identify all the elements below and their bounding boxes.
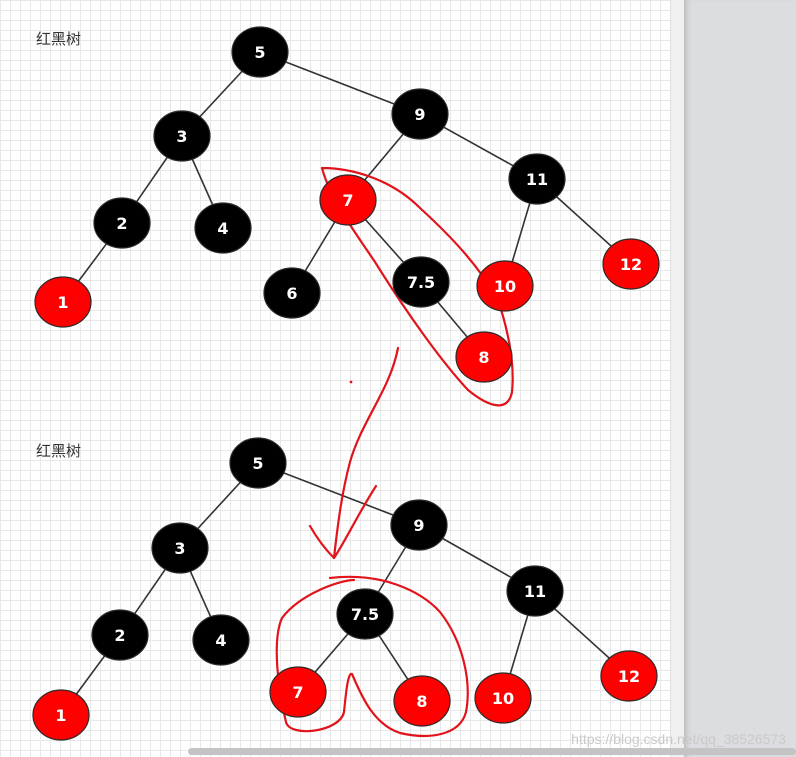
top-node-label-12: 12 — [620, 255, 642, 274]
top-node-5: 5 — [231, 26, 289, 78]
stray-dot — [349, 380, 353, 384]
top-node-label-11: 11 — [526, 170, 548, 189]
top-node-label-5: 5 — [254, 43, 265, 62]
bottom-node-label-1: 1 — [55, 706, 66, 725]
top-node-label-7: 7 — [342, 191, 353, 210]
top-node-label-6: 6 — [286, 284, 297, 303]
bottom-node-7: 7 — [269, 666, 327, 718]
diagram-page: 红黑树 红黑树 5 3 9 2 4 7 11 1 6 7.5 10 12 8 5 3 9 2 4 7.5 11 1 7 8 1… — [0, 0, 796, 757]
top-node-label-10: 10 — [494, 277, 516, 296]
tree-diagram: 5392 47111 67.5 101285392 47.51117 8 1012 — [32, 26, 660, 741]
top-node-8: 8 — [455, 331, 513, 383]
top-node-9: 9 — [391, 88, 449, 140]
bottom-node-12: 12 — [600, 650, 658, 702]
bottom-node-2: 2 — [91, 609, 149, 661]
horizontal-scrollbar[interactable] — [188, 748, 796, 755]
bottom-node-label-2: 2 — [114, 626, 125, 645]
bottom-node-label-12: 12 — [618, 667, 640, 686]
top-node-label-3: 3 — [176, 127, 187, 146]
top-node-11: 11 — [508, 153, 566, 205]
top-node-7.5: 7.5 — [392, 256, 450, 308]
bottom-node-4: 4 — [192, 614, 250, 666]
top-node-7: 7 — [319, 174, 377, 226]
bottom-node-label-10: 10 — [492, 689, 514, 708]
bottom-node-label-3: 3 — [174, 539, 185, 558]
bottom-node-5: 5 — [229, 437, 287, 489]
bottom-node-label-11: 11 — [524, 582, 546, 601]
bottom-node-label-5: 5 — [252, 454, 263, 473]
nodes-layer: 5392 47111 67.5 101285392 47.51117 8 1012 — [32, 26, 660, 741]
top-node-12: 12 — [602, 238, 660, 290]
top-node-10: 10 — [476, 260, 534, 312]
bottom-node-7.5: 7.5 — [336, 588, 394, 640]
bottom-node-10: 10 — [474, 672, 532, 724]
bottom-node-label-8: 8 — [416, 692, 427, 711]
bottom-node-11: 11 — [506, 565, 564, 617]
top-node-4: 4 — [194, 202, 252, 254]
bottom-node-3: 3 — [151, 522, 209, 574]
top-node-6: 6 — [263, 267, 321, 319]
bottom-node-label-7: 7 — [292, 683, 303, 702]
top-node-label-7.5: 7.5 — [407, 273, 435, 292]
bottom-node-label-7.5: 7.5 — [351, 605, 379, 624]
top-node-2: 2 — [93, 197, 151, 249]
transform-arrow-stroke — [332, 346, 400, 560]
top-node-label-4: 4 — [217, 219, 228, 238]
top-node-label-8: 8 — [478, 348, 489, 367]
top-node-label-9: 9 — [414, 105, 425, 124]
top-node-3: 3 — [153, 110, 211, 162]
top-node-label-2: 2 — [116, 214, 127, 233]
top-node-label-1: 1 — [57, 293, 68, 312]
bottom-node-8: 8 — [393, 675, 451, 727]
bottom-node-9: 9 — [390, 499, 448, 551]
watermark: https://blog.csdn.net/qq_38526573 — [571, 731, 786, 747]
top-node-1: 1 — [34, 276, 92, 328]
bottom-node-label-9: 9 — [413, 516, 424, 535]
bottom-node-1: 1 — [32, 689, 90, 741]
bottom-node-label-4: 4 — [215, 631, 226, 650]
